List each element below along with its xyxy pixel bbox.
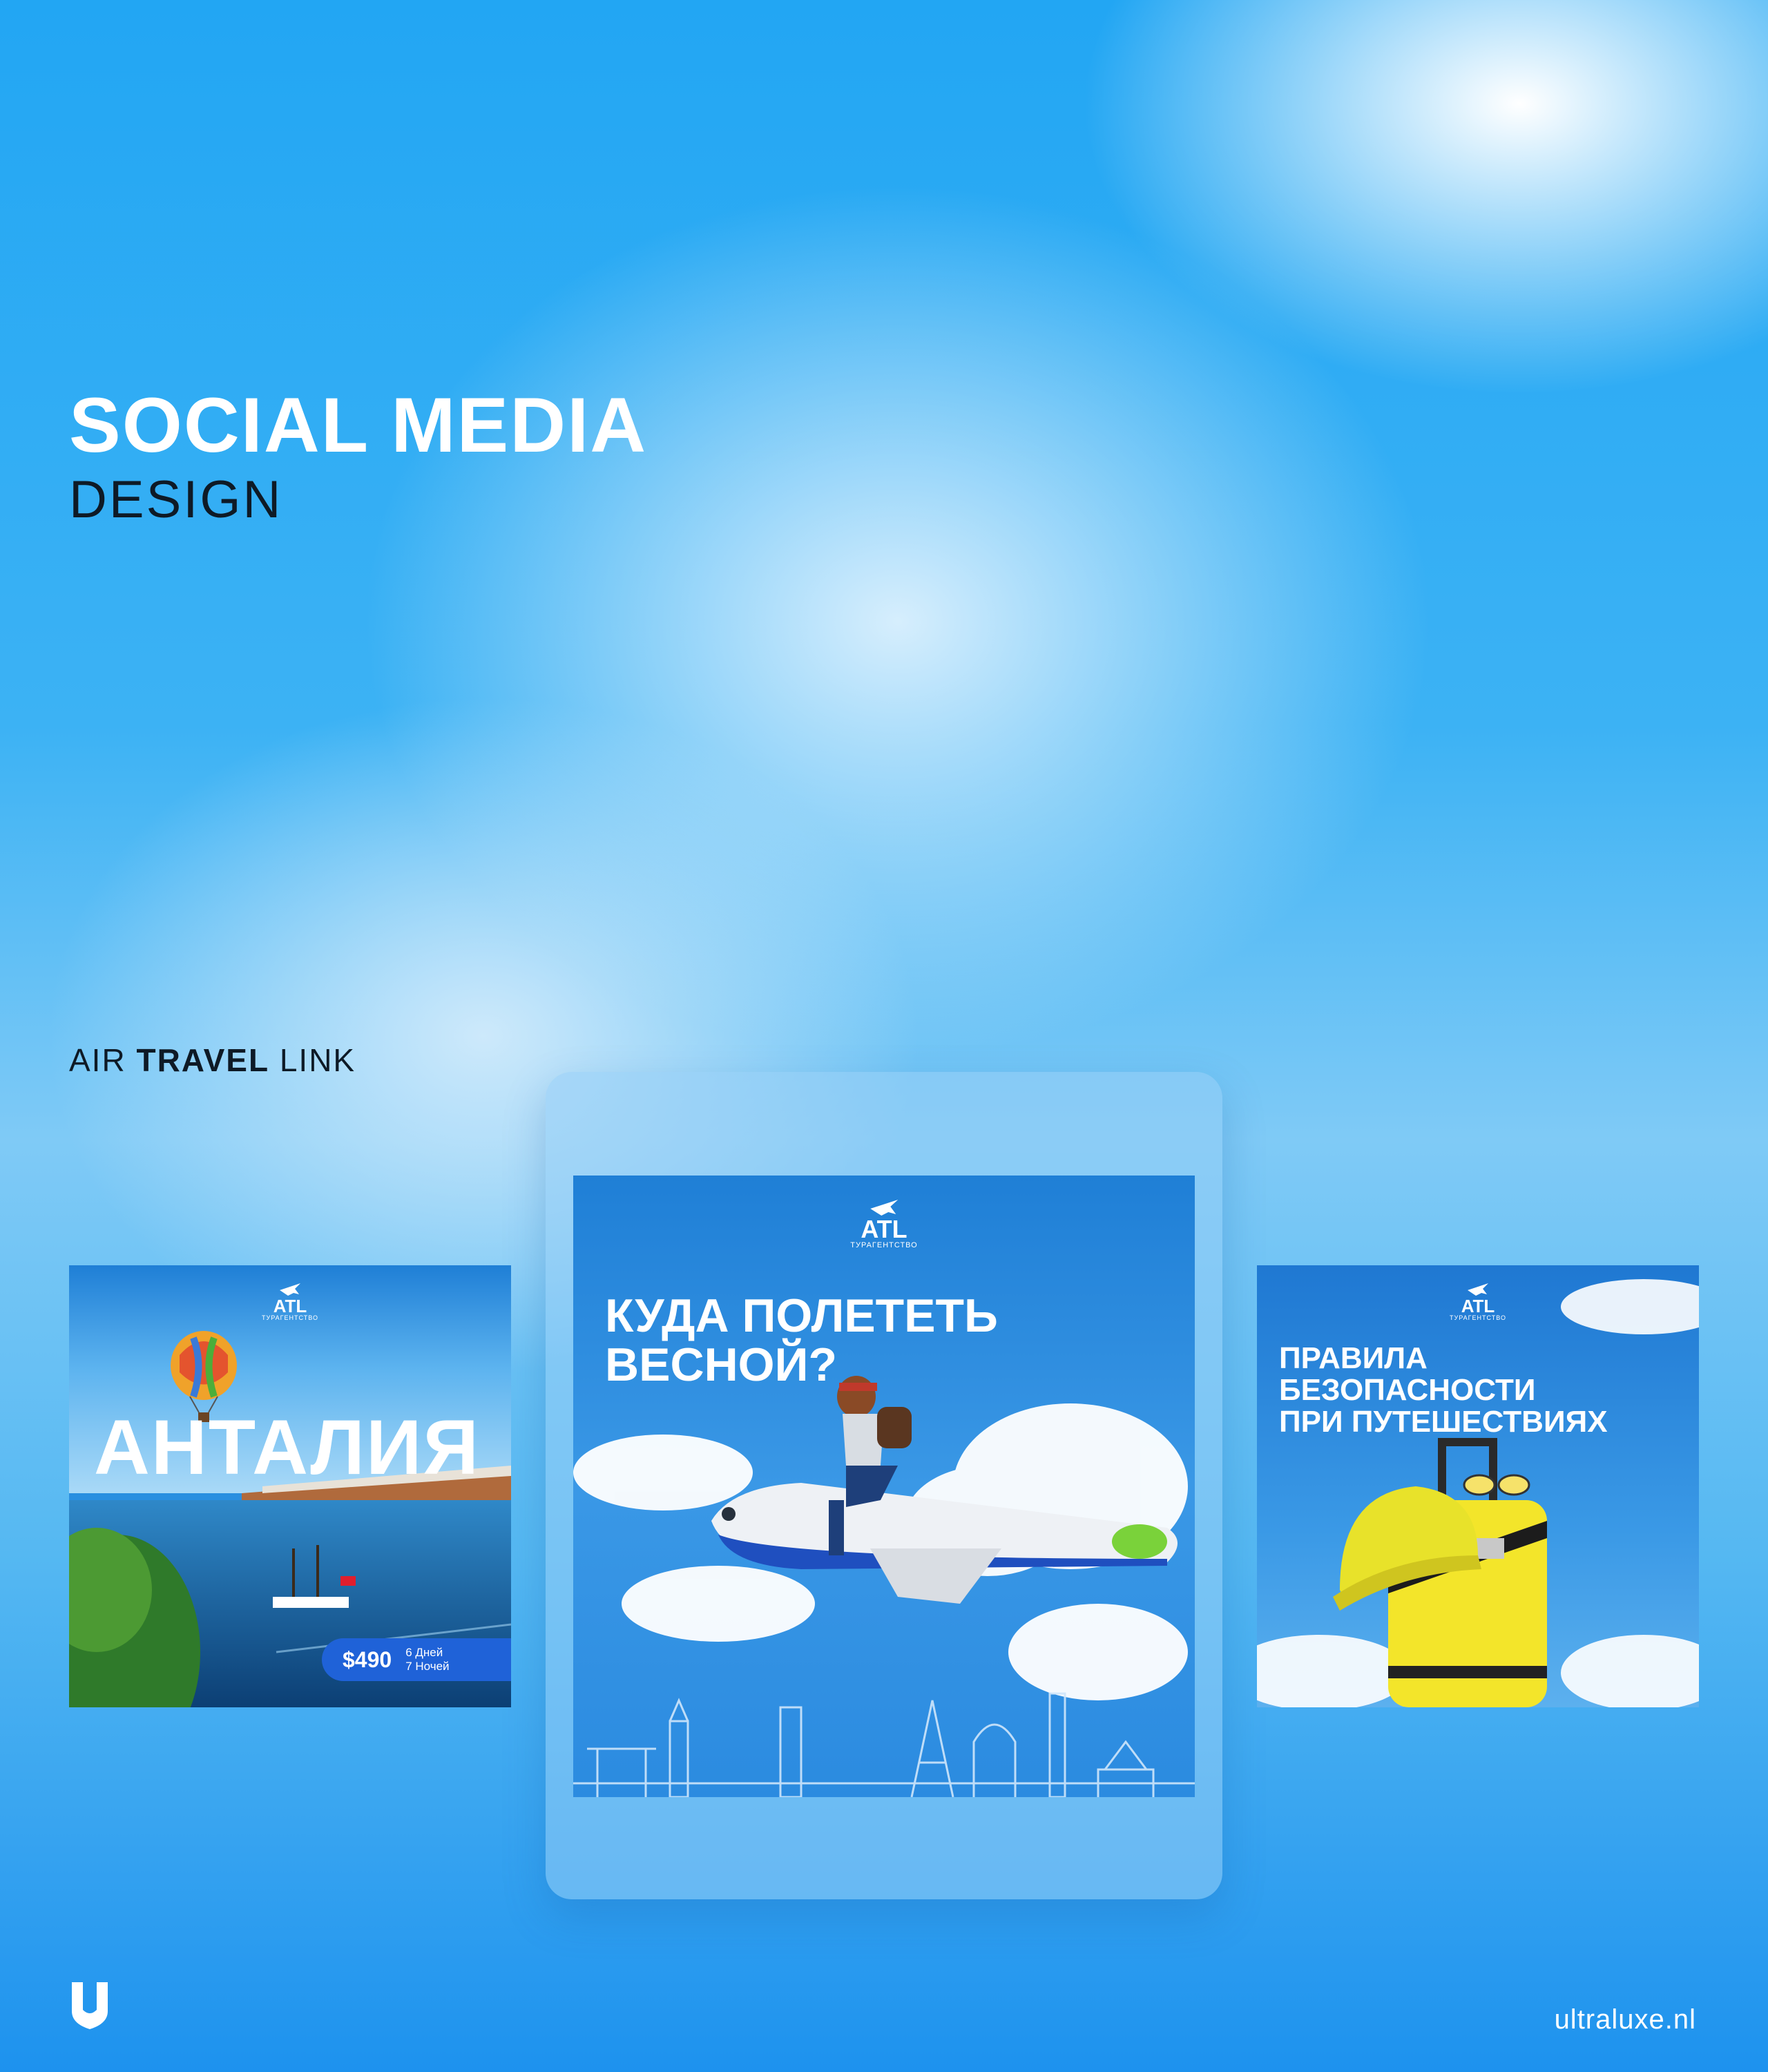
- atl-logo: ATL ТУРАГЕНТСТВО: [262, 1280, 318, 1321]
- project-prefix: AIR: [69, 1042, 126, 1078]
- page-subtitle: DESIGN: [69, 470, 283, 529]
- post-headline: КУДА ПОЛЕТЕТЬ ВЕСНОЙ?: [605, 1289, 998, 1392]
- post-card-antalya: ATL ТУРАГЕНТСТВО АНТАЛИЯ $490 6 Дней 7 Н…: [69, 1265, 511, 1707]
- post-headline-line1: ПРАВИЛА: [1279, 1341, 1428, 1375]
- logo-tagline: ТУРАГЕНТСТВО: [262, 1314, 318, 1321]
- project-suffix: LINK: [279, 1042, 356, 1078]
- page-title: SOCIAL MEDIA: [69, 382, 648, 468]
- logo-tagline: ТУРАГЕНТСТВО: [850, 1241, 918, 1249]
- post-card-safety: ATL ТУРАГЕНТСТВО ПРАВИЛА БЕЗОПАСНОСТИ ПР…: [1257, 1265, 1699, 1707]
- price-days: 6 Дней: [405, 1646, 443, 1660]
- post-headline-line3: ПРИ ПУТЕШЕСТВИЯХ: [1279, 1405, 1608, 1439]
- post-headline: АНТАЛИЯ: [94, 1404, 480, 1490]
- spring-scene: [573, 1376, 1195, 1797]
- post-headline-line1: КУДА ПОЛЕТЕТЬ: [605, 1289, 998, 1342]
- post-headline: ПРАВИЛА БЕЗОПАСНОСТИ ПРИ ПУТЕШЕСТВИЯХ: [1279, 1341, 1608, 1439]
- logo-name: ATL: [861, 1215, 907, 1243]
- post-headline-line2: ВЕСНОЙ?: [605, 1339, 837, 1392]
- price-nights: 7 Ночей: [405, 1660, 450, 1673]
- ship-icon: [273, 1545, 356, 1608]
- footer-url[interactable]: ultraluxe.nl: [1555, 2004, 1696, 2035]
- post-card-spring: ATL ТУРАГЕНТСТВО КУДА ПОЛЕТЕТЬ ВЕСНОЙ?: [573, 1176, 1195, 1797]
- plane-icon: [870, 1200, 898, 1216]
- post-headline-line2: БЕЗОПАСНОСТИ: [1279, 1373, 1536, 1408]
- atl-logo: ATL ТУРАГЕНТСТВО: [1450, 1280, 1506, 1321]
- plane-icon: [280, 1283, 300, 1296]
- logo-name: ATL: [273, 1296, 307, 1316]
- price-value: $490: [343, 1647, 392, 1672]
- logo-tagline: ТУРАГЕНТСТВО: [1450, 1314, 1506, 1321]
- city-skyline: [573, 1692, 1195, 1797]
- project-bold: TRAVEL: [136, 1042, 270, 1078]
- safety-scene: [1257, 1279, 1699, 1707]
- plane-icon: [1468, 1283, 1488, 1296]
- logo-name: ATL: [1461, 1296, 1495, 1316]
- atl-logo: ATL ТУРАГЕНТСТВО: [850, 1196, 917, 1249]
- project-name: AIR TRAVEL LINK: [69, 1042, 356, 1079]
- brand-u-icon: [72, 1982, 108, 2029]
- page-title-block: SOCIAL MEDIA DESIGN: [69, 387, 647, 526]
- price-badge: $490 6 Дней 7 Ночей: [322, 1638, 511, 1681]
